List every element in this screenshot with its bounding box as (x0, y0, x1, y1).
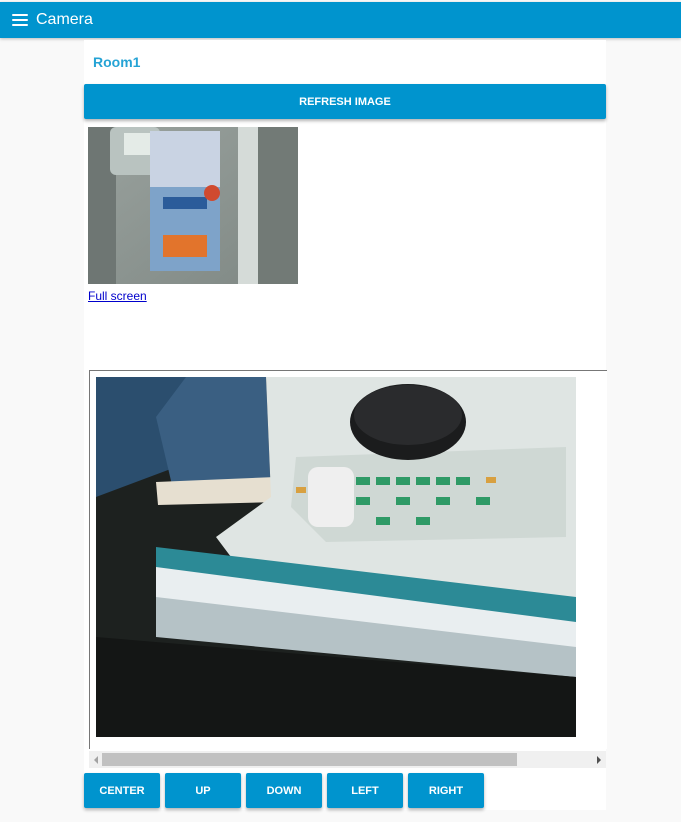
down-button[interactable]: DOWN (246, 773, 322, 808)
scroll-left-arrow-icon[interactable] (89, 751, 103, 768)
scrollbar-thumb[interactable] (102, 753, 517, 766)
scroll-right-arrow-icon[interactable] (592, 751, 606, 768)
right-button[interactable]: RIGHT (408, 773, 484, 808)
group-title: Room1 (93, 54, 141, 70)
camera-stream-frame (89, 370, 607, 749)
refresh-image-button[interactable]: REFRESH IMAGE (84, 84, 606, 119)
stream-photo (96, 377, 576, 737)
top-app-bar: Camera (0, 2, 681, 38)
center-button[interactable]: CENTER (84, 773, 160, 808)
full-screen-link[interactable]: Full screen (88, 289, 147, 303)
camera-snapshot-image[interactable] (88, 127, 298, 284)
app-title: Camera (36, 11, 93, 28)
stream-horizontal-scrollbar[interactable] (89, 751, 606, 768)
left-button[interactable]: LEFT (327, 773, 403, 808)
snapshot-photo (88, 127, 298, 284)
hamburger-menu-icon[interactable] (12, 14, 28, 26)
camera-stream-image (96, 377, 576, 737)
up-button[interactable]: UP (165, 773, 241, 808)
room-card: Room1 REFRESH IMAGE Full screen CENTER U… (84, 40, 607, 810)
